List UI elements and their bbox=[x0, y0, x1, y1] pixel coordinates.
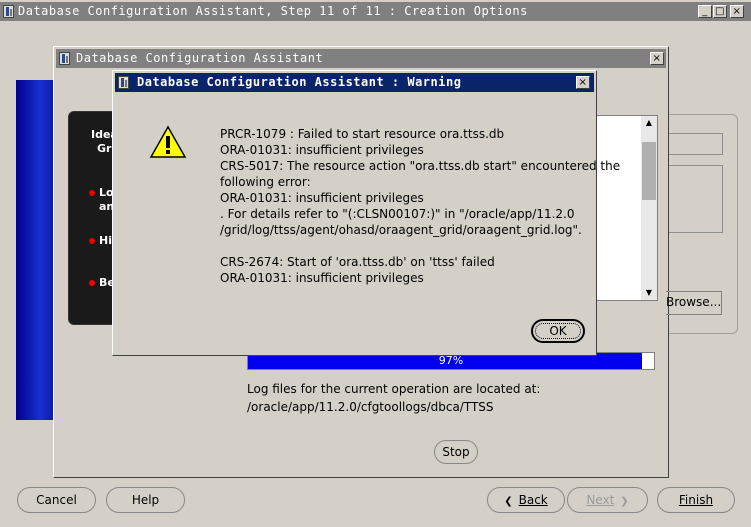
finish-label: Finish bbox=[678, 493, 714, 507]
message-line: PRCR-1079 : Failed to start resource ora… bbox=[220, 127, 505, 141]
minimize-button[interactable]: _ bbox=[698, 5, 712, 18]
warning-close-button[interactable]: × bbox=[576, 76, 590, 89]
cancel-button[interactable]: Cancel bbox=[17, 487, 96, 513]
message-line bbox=[220, 238, 620, 254]
progress-dialog-close-button[interactable]: × bbox=[650, 52, 664, 65]
next-label: Next bbox=[586, 493, 615, 507]
back-label: Back bbox=[518, 493, 548, 507]
help-button[interactable]: Help bbox=[106, 487, 185, 513]
scrollbar[interactable]: ▲ ▼ bbox=[641, 116, 657, 300]
browse-button[interactable]: Browse... bbox=[666, 291, 722, 315]
bullet-dot bbox=[89, 280, 95, 286]
close-button[interactable]: × bbox=[730, 5, 744, 18]
message-line: ORA-01031: insufficient privileges bbox=[220, 271, 424, 285]
progress-dialog-title-bar[interactable]: Database Configuration Assistant × bbox=[56, 49, 666, 68]
finish-button[interactable]: Finish bbox=[657, 487, 735, 513]
log-location-path: /oracle/app/11.2.0/cfgtoollogs/dbca/TTSS bbox=[247, 400, 494, 414]
wizard-side-image bbox=[16, 80, 56, 420]
stop-button[interactable]: Stop bbox=[434, 440, 478, 464]
ok-button[interactable]: OK bbox=[531, 319, 585, 343]
main-window-title: Database Configuration Assistant, Step 1… bbox=[18, 4, 528, 18]
warning-title: Database Configuration Assistant : Warni… bbox=[137, 75, 462, 89]
progress-dialog-title: Database Configuration Assistant bbox=[76, 51, 324, 65]
back-arrow-icon: ❮ bbox=[504, 496, 513, 507]
app-icon bbox=[59, 52, 70, 65]
warning-icon bbox=[149, 125, 187, 158]
bullet-dot bbox=[89, 238, 95, 244]
scroll-down-arrow[interactable]: ▼ bbox=[641, 286, 657, 300]
main-title-bar[interactable]: Database Configuration Assistant, Step 1… bbox=[0, 2, 751, 21]
scroll-thumb[interactable] bbox=[642, 142, 656, 200]
warning-title-bar[interactable]: Database Configuration Assistant : Warni… bbox=[115, 73, 594, 92]
next-arrow-icon: ❯ bbox=[620, 496, 629, 507]
log-location-label: Log files for the current operation are … bbox=[247, 382, 541, 396]
back-button[interactable]: ❮ Back bbox=[487, 487, 565, 513]
app-icon bbox=[118, 76, 129, 89]
banner-heading-2: Gr bbox=[97, 142, 112, 155]
message-line: ORA-01031: insufficient privileges bbox=[220, 191, 424, 205]
warning-message: PRCR-1079 : Failed to start resource ora… bbox=[220, 126, 620, 286]
scroll-up-arrow[interactable]: ▲ bbox=[641, 116, 657, 130]
right-panel-input[interactable] bbox=[669, 133, 723, 155]
bullet-dot bbox=[89, 190, 95, 196]
bullet-text: Hi bbox=[99, 234, 112, 247]
next-button[interactable]: Next ❯ bbox=[567, 487, 648, 513]
message-line: CRS-2674: Start of 'ora.ttss.db' on 'tts… bbox=[220, 255, 495, 269]
message-line: . For details refer to "(:CLSN00107:)" i… bbox=[220, 207, 575, 221]
right-panel-box bbox=[669, 165, 723, 233]
maximize-button[interactable]: □ bbox=[713, 5, 727, 18]
message-line: CRS-5017: The resource action "ora.ttss.… bbox=[220, 159, 621, 173]
message-line: following error: bbox=[220, 175, 311, 189]
message-line: /grid/log/ttss/agent/ohasd/oraagent_grid… bbox=[220, 223, 582, 237]
warning-dialog: Database Configuration Assistant : Warni… bbox=[112, 70, 620, 356]
message-line: ORA-01031: insufficient privileges bbox=[220, 143, 424, 157]
app-icon bbox=[3, 5, 14, 18]
